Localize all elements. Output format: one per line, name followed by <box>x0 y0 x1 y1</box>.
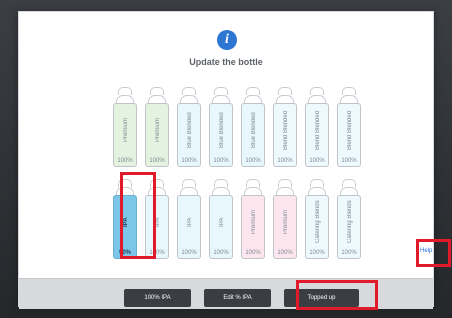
bottle-percentage: 100% <box>309 158 325 164</box>
bottle[interactable]: Premium 100% <box>241 179 265 259</box>
update-bottle-modal: i Update the bottle Premium 100% Premium 10… <box>18 11 451 310</box>
bottle-neck <box>116 95 134 103</box>
bottle-body: Catering Blends 100% <box>337 195 361 259</box>
bottle-label: Blend Blended <box>315 110 321 150</box>
bottle-cap <box>150 87 164 95</box>
bottle-cap <box>310 179 324 187</box>
bottle[interactable]: Premium 100% <box>113 87 137 167</box>
bottle-cap <box>182 87 196 95</box>
bottle-label: Catering Blends <box>347 200 353 243</box>
bottle-label: Premium <box>123 118 129 143</box>
bottle-label: Blend Blended <box>283 110 289 150</box>
bottle-neck <box>212 95 230 103</box>
bottle-percentage: 100% <box>277 250 293 256</box>
bottle-neck <box>340 187 358 195</box>
bottle-cap <box>310 87 324 95</box>
bottle-cap <box>246 87 260 95</box>
bottle-label: Blue Blended <box>251 112 257 148</box>
bottle-percentage: 100% <box>181 158 197 164</box>
bottle-neck <box>180 187 198 195</box>
bottle-body: Premium 100% <box>113 103 137 167</box>
bottle-neck <box>148 95 166 103</box>
bottle-neck <box>244 187 262 195</box>
bottle-body: IPA 100% <box>209 195 233 259</box>
bottle-body: Premium 100% <box>145 103 169 167</box>
bottle-label: Catering Blends <box>315 200 321 243</box>
bottle[interactable]: IPA 100% <box>209 179 233 259</box>
bottle-neck <box>308 95 326 103</box>
bottle[interactable]: Premium 100% <box>145 87 169 167</box>
bottle-percentage: 100% <box>245 158 261 164</box>
bottle-cap <box>118 87 132 95</box>
bottle-cap <box>246 179 260 187</box>
bottle-label: Blue Blended <box>187 112 193 148</box>
topped-up-highlight <box>296 280 378 310</box>
bottle[interactable]: Catering Blends 100% <box>305 179 329 259</box>
bottle[interactable]: Blue Blended 100% <box>177 87 201 167</box>
bottle-cap <box>214 87 228 95</box>
bottle-percentage: 100% <box>341 158 357 164</box>
bottle-label: Premium <box>155 118 161 143</box>
ipa-100-button[interactable]: 100% IPA <box>124 289 191 307</box>
bottle-cap <box>278 87 292 95</box>
bottle[interactable]: Blend Blended 100% <box>273 87 297 167</box>
bottle-body: Blend Blended 100% <box>305 103 329 167</box>
bottle-cap <box>342 179 356 187</box>
bottle-body: Premium 100% <box>273 195 297 259</box>
bottle-body: Blue Blended 100% <box>209 103 233 167</box>
bottle-body: Premium 100% <box>241 195 265 259</box>
bottle[interactable]: Catering Blends 100% <box>337 179 361 259</box>
bottle-neck <box>212 187 230 195</box>
bottle-neck <box>340 95 358 103</box>
bottle-neck <box>308 187 326 195</box>
bottle-label: Premium <box>283 210 289 235</box>
bottle[interactable]: Premium 100% <box>273 179 297 259</box>
bottle-neck <box>180 95 198 103</box>
bottle-percentage: 100% <box>213 250 229 256</box>
bottle[interactable]: Blend Blended 100% <box>305 87 329 167</box>
bottle-cap <box>182 179 196 187</box>
info-icon: i <box>217 30 237 50</box>
bottle-percentage: 100% <box>117 158 133 164</box>
bottle-cap <box>278 179 292 187</box>
bottle-body: IPA 100% <box>177 195 201 259</box>
modal-header: i Update the bottle <box>19 12 433 72</box>
bottle-label: Blue Blended <box>219 112 225 148</box>
bottle-label: Premium <box>251 210 257 235</box>
modal-title: Update the bottle <box>189 57 263 67</box>
edit-ipa-button[interactable]: Edit % IPA <box>204 289 271 307</box>
bottle[interactable]: Blue Blended 100% <box>241 87 265 167</box>
help-link[interactable]: Help <box>420 248 432 254</box>
selected-bottle-highlight <box>120 172 156 259</box>
bottle-percentage: 100% <box>149 158 165 164</box>
bottle-label: IPA <box>187 217 193 227</box>
bottle-cap <box>214 179 228 187</box>
bottle-body: Catering Blends 100% <box>305 195 329 259</box>
bottle-percentage: 100% <box>341 250 357 256</box>
bottle-body: Blend Blended 100% <box>273 103 297 167</box>
bottle-body: Blue Blended 100% <box>177 103 201 167</box>
bottle-percentage: 100% <box>213 158 229 164</box>
bottle[interactable]: Blend Blended 100% <box>337 87 361 167</box>
bottle-neck <box>276 187 294 195</box>
bottle-neck <box>276 95 294 103</box>
bottle-body: Blend Blended 100% <box>337 103 361 167</box>
bottle-neck <box>244 95 262 103</box>
bottle-body: Blue Blended 100% <box>241 103 265 167</box>
bottle-label: IPA <box>219 217 225 227</box>
bottle-percentage: 100% <box>181 250 197 256</box>
bottle-percentage: 100% <box>309 250 325 256</box>
bottle-label: Blend Blended <box>347 110 353 150</box>
bottle[interactable]: IPA 100% <box>177 179 201 259</box>
bottle-cap <box>342 87 356 95</box>
bottle-percentage: 100% <box>277 158 293 164</box>
bottle[interactable]: Blue Blended 100% <box>209 87 233 167</box>
bottle-percentage: 100% <box>245 250 261 256</box>
